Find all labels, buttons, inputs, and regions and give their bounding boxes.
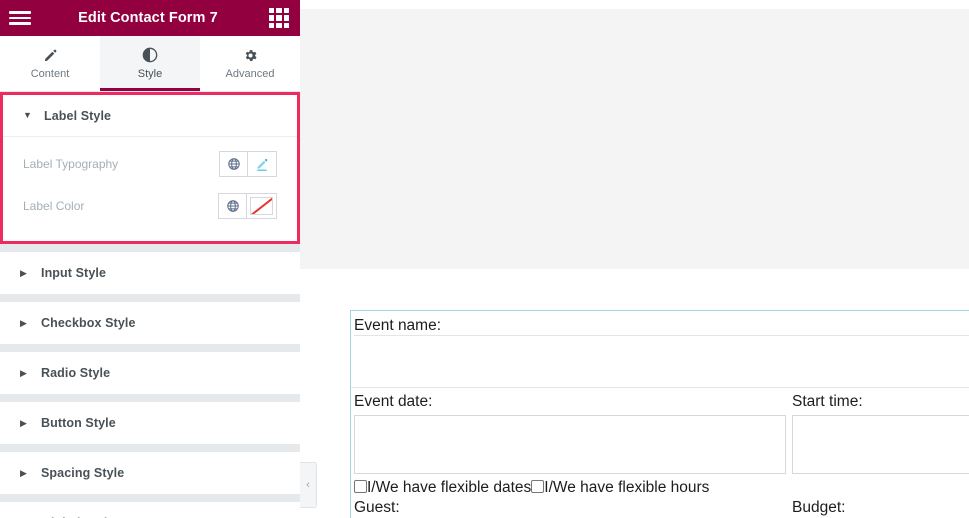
- hamburger-menu-icon[interactable]: [9, 7, 31, 29]
- form-row-flexible-checkboxes: I/We have flexible dates I/We have flexi…: [351, 474, 969, 498]
- control-label-label-color: Label Color: [23, 199, 85, 213]
- grid-apps-icon[interactable]: [269, 8, 289, 28]
- color-swatch-empty-icon[interactable]: [247, 193, 277, 219]
- field-input-start-time[interactable]: [792, 415, 969, 474]
- form-field-event-name: Event name:: [351, 311, 969, 387]
- section-header-label-style[interactable]: ▼ Label Style: [3, 95, 297, 137]
- tab-advanced-label: Advanced: [225, 67, 275, 80]
- form-field-guest: Guest:: [354, 498, 792, 517]
- control-row-label-typography: Label Typography: [23, 143, 277, 185]
- section-title-checkbox-style: Checkbox Style: [41, 316, 136, 330]
- form-preview-canvas: Event name: Event date: Start time: I/We…: [300, 0, 969, 518]
- section-header-button-style[interactable]: ▶ Button Style: [0, 402, 300, 444]
- editor-sidebar-panel: Edit Contact Form 7 Content Style Advanc…: [0, 0, 300, 518]
- contrast-circle-icon: [142, 47, 159, 64]
- form-field-budget: Budget:: [792, 498, 969, 517]
- panel-body: ▼ Label Style Label Typography Label Col…: [0, 92, 300, 518]
- preview-empty-band: [300, 9, 969, 269]
- field-label-budget: Budget:: [792, 499, 846, 516]
- field-label-event-name: Event name:: [354, 317, 442, 334]
- chevron-right-icon: ▶: [20, 267, 27, 278]
- tab-content[interactable]: Content: [0, 36, 100, 91]
- section-header-checkbox-style[interactable]: ▶ Checkbox Style: [0, 302, 300, 344]
- field-input-event-date[interactable]: [354, 415, 786, 474]
- globe-icon[interactable]: [219, 151, 248, 177]
- checkbox-flexible-dates[interactable]: [354, 480, 367, 493]
- section-title-radio-style: Radio Style: [41, 366, 111, 380]
- globe-icon[interactable]: [218, 193, 247, 219]
- section-title-button-style: Button Style: [41, 416, 116, 430]
- checkbox-label-flexible-hours: I/We have flexible hours: [544, 479, 710, 496]
- chevron-left-icon: ‹: [306, 479, 310, 491]
- pencil-icon: [42, 47, 59, 64]
- app-root: Edit Contact Form 7 Content Style Advanc…: [0, 0, 969, 518]
- form-row-guest-budget: Guest: Budget:: [351, 498, 969, 517]
- contact-form-7-preview: Event name: Event date: Start time: I/We…: [350, 310, 969, 518]
- chevron-right-icon: ▶: [20, 417, 27, 428]
- checkbox-flexible-hours[interactable]: [531, 480, 545, 493]
- pencil-edit-icon[interactable]: [248, 151, 277, 177]
- tab-content-label: Content: [30, 67, 70, 80]
- tab-style[interactable]: Style: [100, 36, 200, 91]
- field-label-guest: Guest:: [354, 499, 400, 516]
- section-title-label-style: Label Style: [44, 108, 112, 123]
- form-field-start-time: Start time:: [789, 388, 969, 474]
- section-label-style-highlight: ▼ Label Style Label Typography Label Col…: [0, 92, 300, 244]
- form-row-date-time: Event date: Start time:: [351, 387, 969, 474]
- section-header-input-style[interactable]: ▶ Input Style: [0, 252, 300, 294]
- tab-style-label: Style: [137, 67, 163, 80]
- section-title-spacing-style: Spacing Style: [41, 466, 125, 480]
- chevron-right-icon: ▶: [20, 367, 27, 378]
- checkbox-label-flexible-dates: I/We have flexible dates: [367, 479, 532, 496]
- section-content-label-style: Label Typography Label Color: [3, 137, 297, 241]
- chevron-right-icon: ▶: [20, 467, 27, 478]
- tab-advanced[interactable]: Advanced: [200, 36, 300, 91]
- control-row-label-color: Label Color: [23, 185, 277, 227]
- panel-collapse-handle[interactable]: ‹: [300, 462, 317, 508]
- chevron-right-icon: ▶: [20, 317, 27, 328]
- control-widgets-label-color: [218, 193, 277, 219]
- field-input-event-name[interactable]: [354, 335, 969, 387]
- field-label-event-date: Event date:: [354, 393, 433, 410]
- panel-header: Edit Contact Form 7: [0, 0, 300, 36]
- gear-icon: [242, 47, 259, 64]
- chevron-down-icon: ▼: [23, 110, 32, 120]
- form-field-event-date: Event date:: [351, 388, 789, 474]
- field-label-start-time: Start time:: [792, 393, 863, 410]
- color-swatch: [250, 197, 273, 215]
- page-title: Edit Contact Form 7: [78, 10, 218, 26]
- section-header-radio-style[interactable]: ▶ Radio Style: [0, 352, 300, 394]
- control-label-label-typography: Label Typography: [23, 157, 119, 171]
- section-title-input-style: Input Style: [41, 266, 106, 280]
- section-header-global-style[interactable]: ▶ Global Style: [0, 502, 300, 518]
- section-header-spacing-style[interactable]: ▶ Spacing Style: [0, 452, 300, 494]
- panel-tabs: Content Style Advanced: [0, 36, 300, 92]
- control-widgets-label-typography: [219, 151, 277, 177]
